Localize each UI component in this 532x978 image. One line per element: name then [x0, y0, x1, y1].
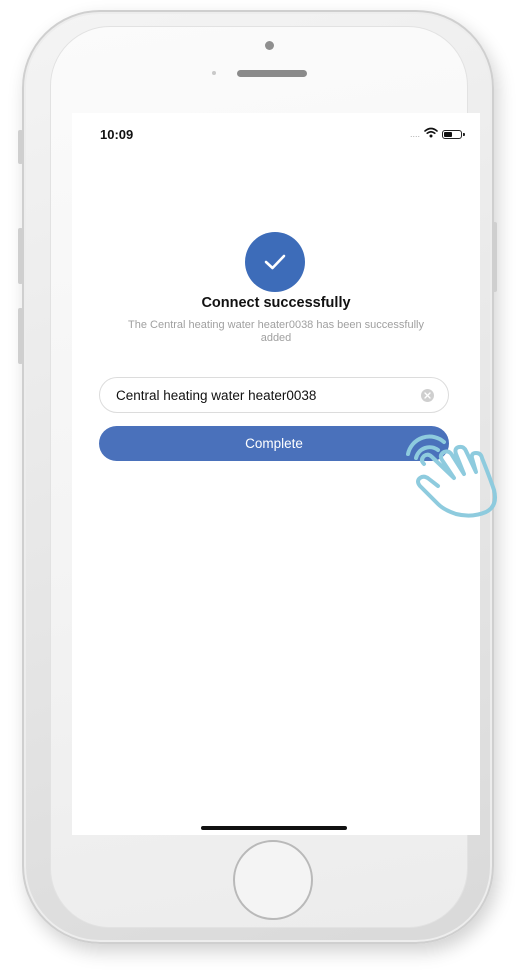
battery-icon — [442, 129, 465, 139]
mute-switch — [18, 130, 23, 164]
home-button[interactable] — [233, 840, 313, 920]
wifi-icon — [424, 125, 438, 143]
complete-button[interactable]: Complete — [99, 426, 449, 461]
status-icons: .... — [409, 125, 465, 143]
power-button — [492, 222, 497, 292]
tap-hand-icon — [398, 420, 522, 520]
success-message: The Central heating water heater0038 has… — [128, 319, 424, 344]
volume-up-button — [18, 228, 23, 284]
device-name-value[interactable]: Central heating water heater0038 — [116, 388, 413, 403]
front-camera — [265, 41, 274, 50]
clear-icon[interactable] — [421, 388, 434, 402]
volume-down-button — [18, 308, 23, 364]
signal-indicator: .... — [409, 129, 420, 139]
success-title: Connect successfully — [201, 295, 351, 311]
earpiece-speaker — [237, 70, 307, 77]
device-name-field[interactable]: Central heating water heater0038 — [99, 377, 449, 413]
checkmark-icon — [245, 232, 305, 292]
proximity-sensor — [212, 71, 216, 75]
home-indicator — [201, 826, 347, 830]
status-time: 10:09 — [100, 127, 134, 142]
